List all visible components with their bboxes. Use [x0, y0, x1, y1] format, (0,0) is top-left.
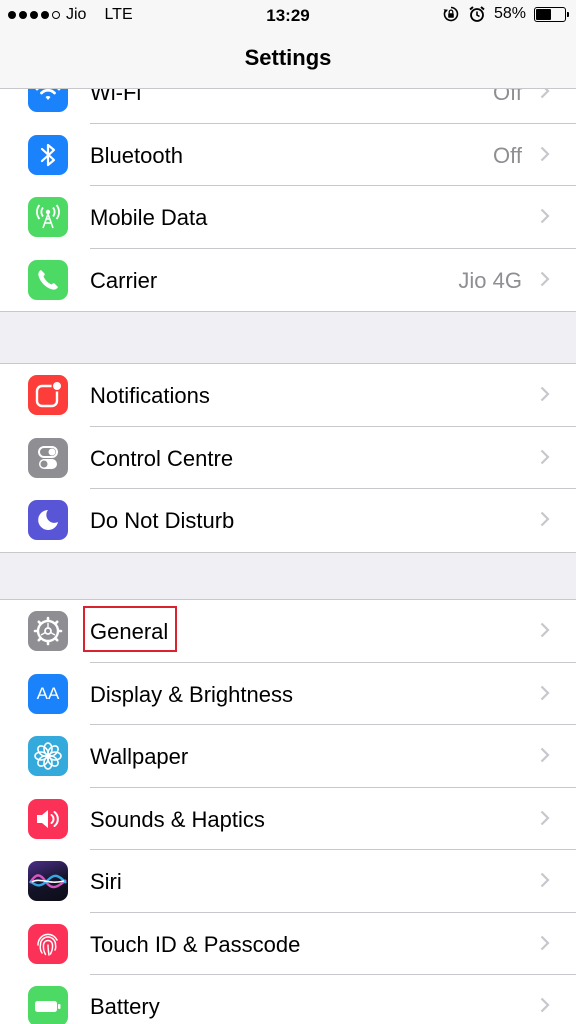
settings-row-label: Display & Brightness — [90, 681, 293, 707]
settings-list[interactable]: Wi-Fi Off Bluetooth Off Mobile Data Carr… — [0, 88, 576, 1024]
settings-row-label: Control Centre — [90, 445, 234, 471]
page-title: Settings — [244, 45, 332, 70]
chevron-right-icon — [540, 511, 550, 527]
text-size-icon-glyph: AA — [36, 683, 60, 703]
settings-row-touch-id[interactable]: Touch ID & Passcode — [0, 913, 576, 975]
settings-row-label: Battery — [90, 994, 160, 1019]
settings-row-label: General — [90, 619, 169, 644]
settings-row-notifications[interactable]: Notifications — [0, 364, 576, 427]
settings-row-label: Do Not Disturb — [90, 508, 235, 533]
status-bar: Jio LTE 13:29 58% — [0, 0, 576, 30]
settings-row-label: Sounds & Haptics — [90, 806, 265, 832]
settings-row-label: Wi-Fi — [90, 88, 142, 105]
settings-row-label: Touch ID & Passcode — [90, 931, 301, 957]
toggles-icon — [28, 437, 68, 478]
chevron-right-icon — [540, 997, 550, 1013]
phone-icon — [28, 259, 68, 300]
chevron-right-icon — [540, 208, 550, 224]
chevron-right-icon — [540, 747, 550, 763]
settings-row-battery[interactable]: Battery — [0, 975, 576, 1024]
settings-row-label: Siri — [90, 869, 122, 894]
gear-icon — [28, 611, 68, 651]
settings-row-do-not-disturb[interactable]: Do Not Disturb — [0, 489, 576, 552]
settings-row-control-centre[interactable]: Control Centre — [0, 427, 576, 489]
settings-row-value: Off — [493, 88, 522, 105]
bluetooth-icon — [28, 134, 68, 175]
settings-row-wifi[interactable]: Wi-Fi Off — [0, 88, 576, 124]
orientation-lock-icon — [443, 6, 459, 22]
settings-row-label: Wallpaper — [90, 744, 189, 769]
status-right: 58% — [442, 5, 569, 23]
settings-row-label: Bluetooth — [90, 142, 183, 168]
moon-icon — [28, 500, 68, 540]
flower-icon — [28, 736, 68, 776]
chevron-right-icon — [540, 386, 550, 402]
fingerprint-icon — [28, 923, 68, 964]
battery-percent: 58% — [493, 5, 526, 22]
text-size-icon: AA — [28, 673, 68, 714]
settings-row-sounds-haptics[interactable]: Sounds & Haptics — [0, 788, 576, 850]
settings-group-connectivity: Wi-Fi Off Bluetooth Off Mobile Data Carr… — [0, 88, 576, 312]
alarm-icon — [469, 6, 485, 22]
chevron-right-icon — [540, 935, 550, 950]
chevron-right-icon — [540, 685, 550, 700]
notifications-icon — [28, 375, 68, 415]
navigation-bar: Settings — [0, 30, 576, 89]
chevron-right-icon — [540, 146, 550, 161]
chevron-right-icon — [540, 449, 550, 464]
settings-row-display-brightness[interactable]: AA Display & Brightness — [0, 663, 576, 725]
settings-row-general[interactable]: General — [0, 600, 576, 663]
chevron-right-icon — [540, 810, 550, 825]
settings-row-value: Off — [493, 142, 522, 168]
chevron-right-icon — [540, 622, 550, 638]
settings-row-label: Notifications — [90, 383, 210, 408]
settings-row-carrier[interactable]: Carrier Jio 4G — [0, 249, 576, 312]
antenna-icon — [28, 197, 68, 237]
settings-row-label: Carrier — [90, 267, 158, 293]
chevron-right-icon — [540, 271, 550, 286]
settings-group-general: General AA Display & Brightness Wallpape… — [0, 599, 576, 1024]
wifi-icon — [28, 88, 68, 112]
settings-row-bluetooth[interactable]: Bluetooth Off — [0, 124, 576, 186]
chevron-right-icon — [540, 872, 550, 888]
settings-row-wallpaper[interactable]: Wallpaper — [0, 725, 576, 788]
siri-icon — [28, 861, 68, 901]
settings-row-value: Jio 4G — [458, 267, 522, 293]
settings-row-mobile-data[interactable]: Mobile Data — [0, 186, 576, 249]
chevron-right-icon — [540, 88, 550, 99]
settings-group-notifications: Notifications Control Centre Do Not Dist… — [0, 363, 576, 553]
battery-settings-icon — [28, 986, 68, 1024]
settings-row-siri[interactable]: Siri — [0, 850, 576, 913]
settings-row-label: Mobile Data — [90, 205, 208, 230]
battery-icon — [534, 6, 569, 22]
speaker-icon — [28, 798, 68, 839]
